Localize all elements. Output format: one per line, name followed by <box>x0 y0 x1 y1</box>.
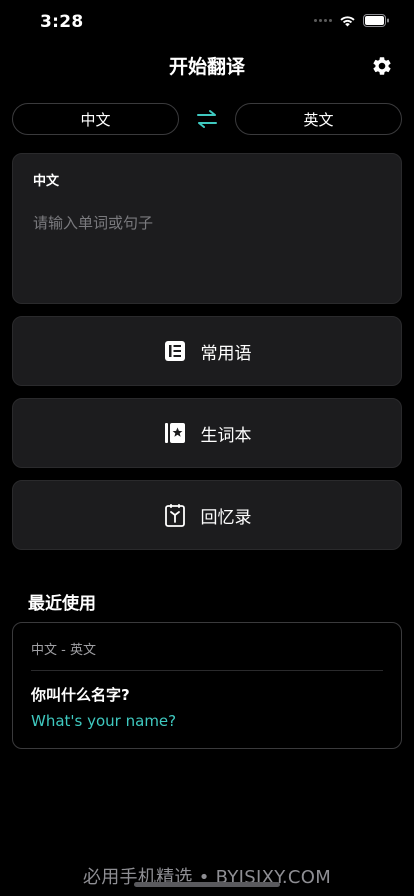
memoir-label: 回忆录 <box>200 507 252 528</box>
swap-language-button[interactable] <box>195 109 219 129</box>
recent-translation-item[interactable]: 中文 - 英文 你叫什么名字? What's your name? <box>12 622 402 749</box>
divider <box>31 670 383 671</box>
page-title: 开始翻译 <box>168 56 245 78</box>
text-input-placeholder[interactable]: 请输入单词或句子 <box>33 212 153 233</box>
status-icons <box>314 14 390 27</box>
memoir-icon <box>163 503 187 527</box>
target-language-button[interactable]: 英文 <box>235 103 402 135</box>
home-indicator[interactable] <box>134 882 280 887</box>
recent-section-title: 最近使用 <box>28 594 96 614</box>
language-selector: 中文 英文 <box>12 103 402 135</box>
recent-translated-text: What's your name? <box>31 712 177 730</box>
cellular-signal-icon <box>314 19 332 22</box>
vocabulary-book-icon <box>163 421 187 445</box>
settings-button[interactable] <box>370 54 394 78</box>
recent-language-pair: 中文 - 英文 <box>31 643 96 658</box>
wifi-icon <box>340 15 355 26</box>
battery-icon <box>363 14 389 27</box>
gear-icon <box>373 57 391 75</box>
vocabulary-book-button[interactable]: 生词本 <box>12 398 402 468</box>
status-time: 3:28 <box>40 12 84 32</box>
recent-source-text: 你叫什么名字? <box>31 686 130 704</box>
translation-input-card[interactable]: 中文 请输入单词或句子 <box>12 153 402 304</box>
translate-screen: 3:28 开始翻译 中文 英文 中文 请输入单词或句子 常用语 生词本 回忆录 … <box>0 0 414 896</box>
phrasebook-icon <box>163 339 187 363</box>
status-bar: 3:28 <box>0 0 414 44</box>
phrasebook-label: 常用语 <box>200 343 252 364</box>
input-language-label: 中文 <box>33 174 60 189</box>
source-language-button[interactable]: 中文 <box>12 103 179 135</box>
phrasebook-button[interactable]: 常用语 <box>12 316 402 386</box>
vocabulary-book-label: 生词本 <box>200 425 252 446</box>
swap-arrows-icon <box>197 110 217 128</box>
memoir-button[interactable]: 回忆录 <box>12 480 402 550</box>
